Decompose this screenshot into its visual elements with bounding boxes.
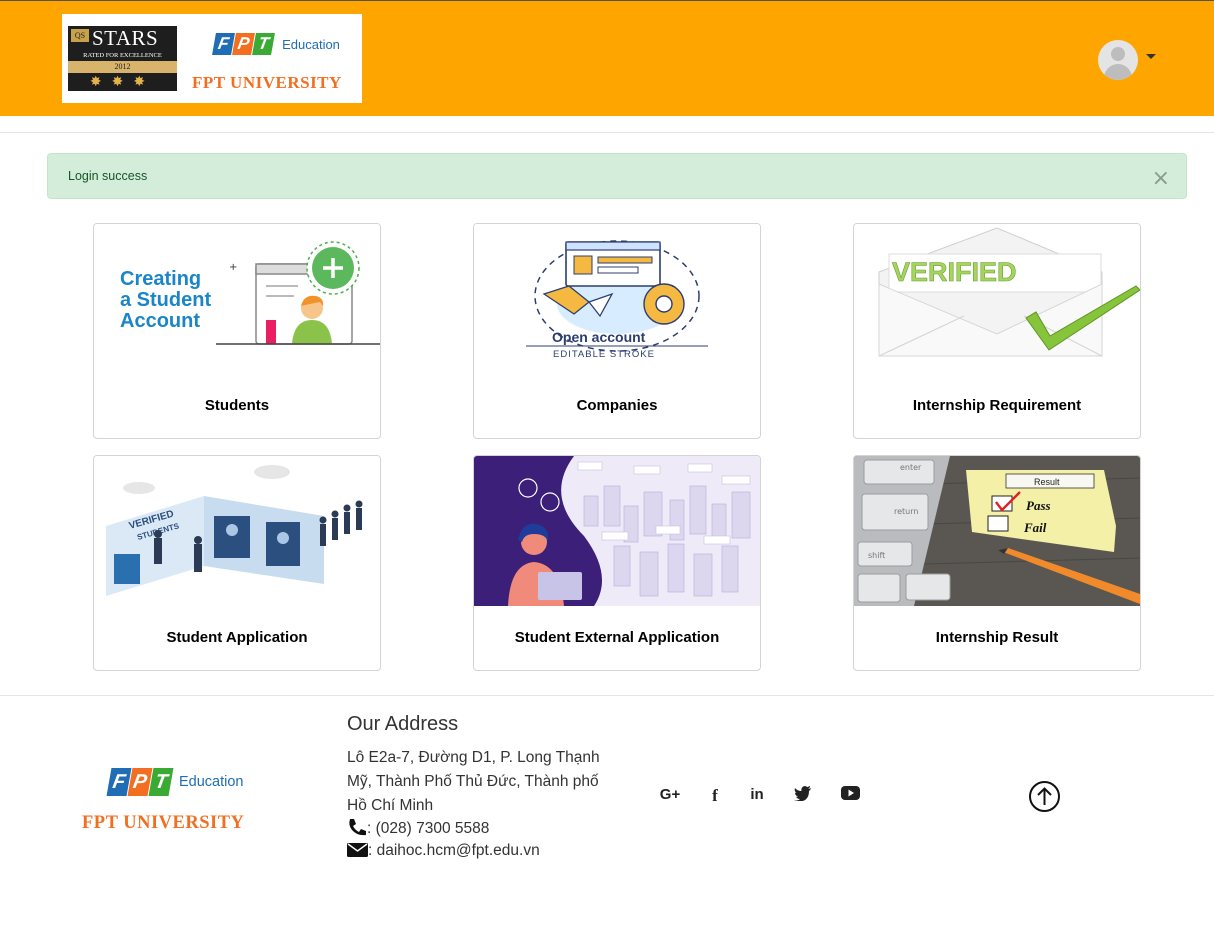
footer-university-label: FPT UNIVERSITY [82,813,245,833]
footer-fpt-tiles: FPT [106,768,174,796]
card-title: Companies [576,397,658,414]
card-students[interactable]: Creating a Student Account + Students [93,223,381,439]
success-alert: Login success × [47,153,1187,199]
footer-fpt-letter-t: T [148,768,174,796]
card-internship-result[interactable]: enter return shift Result Pass Fail Inte… [853,455,1141,671]
qs-stars-badge: QS STARS RATED FOR EXCELLENCE 2012 ✸✸✸ [68,26,177,91]
external-application-illustration [474,456,760,606]
divider [0,132,1214,133]
stars-label: STARS [92,26,159,50]
avatar-body [1104,64,1132,80]
user-menu-caret-icon[interactable] [1146,54,1156,59]
qs-label: QS [71,29,89,42]
phone-icon [349,819,366,836]
avatar[interactable] [1098,40,1138,80]
google-plus-icon[interactable]: G+ [658,786,682,806]
card-title: Internship Requirement [912,397,1082,414]
twitter-icon[interactable] [791,786,815,806]
alert-message: Login success [68,169,148,183]
internship-result-illustration: enter return shift Result Pass Fail [854,456,1140,606]
linkedin-icon[interactable]: in [745,786,769,806]
fpt-letter-t: T [252,33,275,55]
stars-rated-label: RATED FOR EXCELLENCE [83,52,162,59]
students-image-line-1: Creating [120,268,201,290]
address-heading: Our Address [347,713,459,735]
card-student-application[interactable]: VERIFIED STUDENTS Student Application [93,455,381,671]
facebook-icon[interactable]: f [703,786,727,806]
svg-text:+: + [229,262,237,273]
result-image-result: Result [1034,477,1060,487]
verified-envelope-illustration: VERIFIED [854,224,1140,374]
card-student-external-application[interactable]: Student External Application [473,455,761,671]
result-image-pass: Pass [1026,498,1051,513]
university-logo[interactable]: QS STARS RATED FOR EXCELLENCE 2012 ✸✸✸ F… [62,14,362,103]
card-companies[interactable]: Open account EDITABLE STROKE Companies [473,223,761,439]
card-title: Student External Application [514,629,720,646]
address-text: Lô E2a-7, Đường D1, P. Long Thạnh Mỹ, Th… [347,749,600,814]
companies-image-subtitle: EDITABLE STROKE [553,349,655,360]
site-header: QS STARS RATED FOR EXCELLENCE 2012 ✸✸✸ F… [0,1,1214,116]
students-illustration: Creating a Student Account + [94,224,380,374]
scroll-to-top-button[interactable] [1029,781,1060,812]
verified-image-text: VERIFIED [892,257,1017,287]
envelope-icon [347,843,368,857]
education-label: Education [282,37,340,52]
alert-close-button[interactable]: × [1152,168,1170,190]
youtube-icon[interactable] [838,786,862,806]
card-title: Internship Result [935,629,1059,646]
result-image-enter: enter [900,463,922,472]
card-internship-requirement[interactable]: VERIFIED Internship Requirement [853,223,1141,439]
email-address: : daihoc.hcm@fpt.edu.vn [368,842,540,859]
result-image-fail: Fail [1023,520,1047,535]
star-icons: ✸✸✸ [89,74,156,90]
fpt-education-logo: FPT Education [212,33,340,55]
arrow-up-icon [1037,787,1052,805]
phone-line: : (028) 7300 5588 [347,818,489,838]
university-label: FPT UNIVERSITY [192,73,342,92]
footer-divider [0,695,1214,696]
card-title: Students [204,397,270,414]
students-image-line-3: Account [120,310,200,332]
stars-year: 2012 [68,61,177,73]
companies-illustration: Open account EDITABLE STROKE [474,224,760,374]
email-line: : daihoc.hcm@fpt.edu.vn [347,842,540,860]
footer-fpt-logo: FPT Education FPT UNIVERSITY [82,764,272,840]
card-title: Student Application [166,629,308,646]
result-image-shift: shift [868,551,885,560]
companies-image-title: Open account [552,329,646,345]
avatar-head [1111,47,1125,61]
footer-education-label: Education [179,774,244,790]
student-application-illustration: VERIFIED STUDENTS [94,456,380,606]
phone-number: : (028) 7300 5588 [367,820,490,837]
students-image-line-2: a Student [120,289,211,311]
result-image-return: return [894,507,918,516]
